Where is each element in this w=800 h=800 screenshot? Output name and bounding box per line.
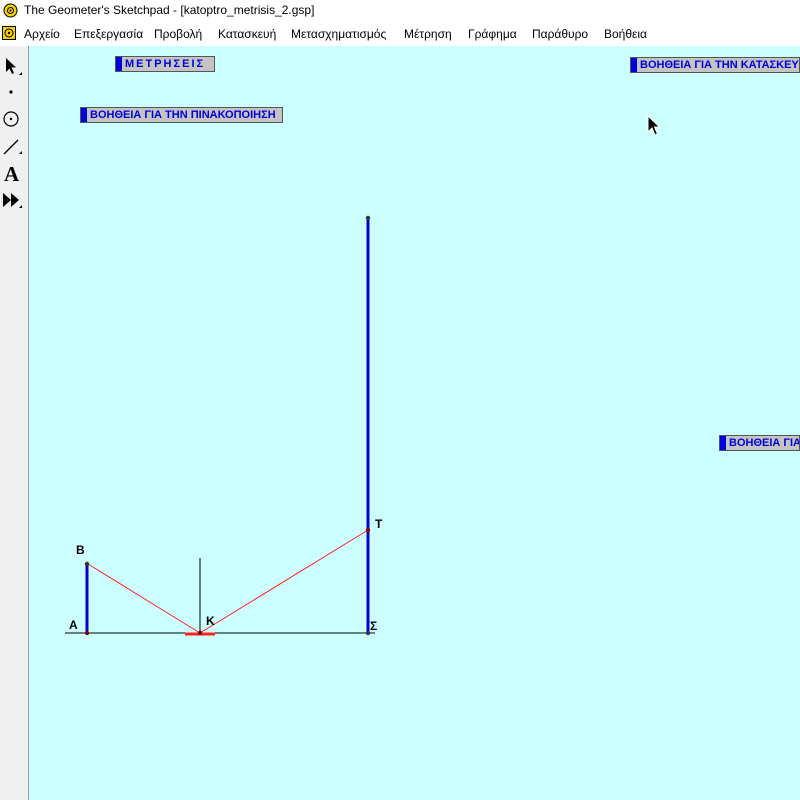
label-point-s[interactable]: Σ: [370, 619, 377, 633]
text-a-icon: A: [4, 162, 20, 185]
text-tool[interactable]: A: [1, 160, 23, 185]
button-handle: [81, 108, 87, 122]
label-point-b[interactable]: Β: [76, 543, 85, 557]
point-k[interactable]: [197, 630, 203, 636]
help-tabulation-button[interactable]: ΒΟΗΘΕΙΑ ΓΙΑ ΤΗΝ ΠΙΝΑΚΟΠΟΙΗΣΗ: [80, 107, 283, 123]
custom-tool[interactable]: [1, 187, 23, 212]
point-b[interactable]: [84, 561, 90, 567]
document-icon[interactable]: [2, 26, 16, 40]
menu-graph[interactable]: Γράφημα: [468, 27, 517, 41]
label-point-t[interactable]: Τ: [375, 517, 382, 531]
straightedge-tool[interactable]: [1, 133, 23, 158]
menu-help[interactable]: Βοήθεια: [604, 27, 647, 41]
arrow-icon: [6, 58, 22, 75]
menu-view[interactable]: Προβολή: [154, 27, 202, 41]
point-icon: [9, 90, 13, 94]
menu-window[interactable]: Παράθυρο: [532, 27, 588, 41]
menu-construct[interactable]: Κατασκευή: [218, 27, 276, 41]
incident-ray[interactable]: [87, 563, 201, 634]
window-title: The Geometer's Sketchpad - [katoptro_met…: [24, 3, 315, 17]
reflected-ray[interactable]: [199, 529, 369, 634]
button-handle: [720, 436, 726, 450]
measurements-button[interactable]: ΜΕΤΡΗΣΕΙΣ: [115, 56, 215, 72]
menu-file[interactable]: Αρχείο: [24, 27, 60, 41]
segment-icon: [3, 139, 22, 155]
menu-transform[interactable]: Μετασχηματισμός: [291, 27, 386, 41]
point-a[interactable]: [84, 630, 90, 636]
label-point-k[interactable]: Κ: [206, 614, 215, 628]
menu-bar: Αρχείο Επεξεργασία Προβολή Κατασκευή Μετ…: [0, 22, 800, 46]
toolbox: A: [0, 46, 29, 800]
point-tool[interactable]: [1, 80, 23, 105]
menu-measure[interactable]: Μέτρηση: [404, 27, 452, 41]
svg-text:A: A: [4, 162, 20, 185]
mouse-cursor-icon: [647, 115, 661, 136]
button-handle: [631, 58, 637, 72]
title-bar: The Geometer's Sketchpad - [katoptro_met…: [0, 0, 800, 22]
fast-forward-icon: [3, 193, 22, 208]
help-other-button[interactable]: ΒΟΗΘΕΙΑ ΓΙΑ: [719, 435, 800, 451]
sketch-canvas[interactable]: Β Α Κ Τ Σ ΜΕΤΡΗΣΕΙΣ ΒΟΗΘΕΙΑ ΓΙΑ ΤΗΝ ΠΙΝΑ…: [29, 46, 800, 800]
menu-edit[interactable]: Επεξεργασία: [74, 27, 143, 41]
help-other-button-label: ΒΟΗΘΕΙΑ ΓΙΑ: [729, 437, 800, 449]
compass-tool[interactable]: [1, 106, 23, 131]
label-point-a[interactable]: Α: [69, 618, 78, 632]
geometry-layer: [65, 215, 375, 636]
compass-circle-icon: [3, 111, 19, 127]
selection-arrow-tool[interactable]: [1, 54, 23, 79]
help-construction-button[interactable]: ΒΟΗΘΕΙΑ ΓΙΑ ΤΗΝ ΚΑΤΑΣΚΕΥ: [630, 57, 800, 73]
sketchpad-app-icon: [3, 3, 18, 18]
point-top[interactable]: [365, 215, 371, 221]
help-tabulation-button-label: ΒΟΗΘΕΙΑ ΓΙΑ ΤΗΝ ΠΙΝΑΚΟΠΟΙΗΣΗ: [90, 109, 276, 121]
point-t[interactable]: [365, 527, 371, 533]
button-handle: [116, 57, 122, 71]
help-construction-button-label: ΒΟΗΘΕΙΑ ΓΙΑ ΤΗΝ ΚΑΤΑΣΚΕΥ: [640, 59, 799, 71]
measurements-button-label: ΜΕΤΡΗΣΕΙΣ: [125, 58, 206, 70]
